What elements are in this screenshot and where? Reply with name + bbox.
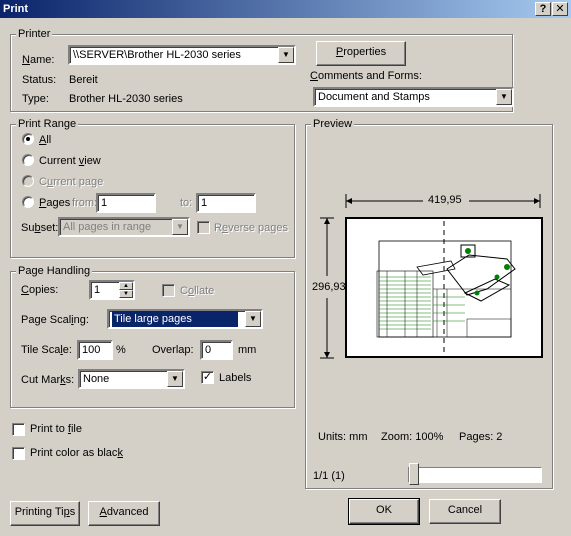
close-icon: ✕ <box>555 3 565 15</box>
collate-label: Collate <box>180 285 215 297</box>
pages-to-value: 1 <box>201 197 208 209</box>
copies-label: Copies: <box>21 284 59 296</box>
radio-current-page-label: Current page <box>39 176 104 188</box>
subset-select: All pages in range ▼ <box>58 217 190 237</box>
print-color-black-checkbox[interactable] <box>12 447 25 460</box>
tile-scale-input[interactable]: 100 <box>77 340 113 360</box>
radio-all-label[interactable]: All <box>39 133 51 147</box>
preview-slider-thumb[interactable] <box>409 463 419 485</box>
printer-name-value: \\SERVER\Brother HL-2030 series <box>73 49 241 61</box>
pages-from-input[interactable]: 1 <box>96 193 156 213</box>
collate-checkbox <box>162 284 175 297</box>
checkmark-icon: ✓ <box>202 371 213 383</box>
chevron-down-icon[interactable]: ▼ <box>496 89 512 105</box>
cut-marks-label: Cut Marks: <box>21 374 75 386</box>
overlap-label: Overlap: <box>152 344 194 356</box>
title-bar: Print <box>0 0 571 18</box>
cancel-button[interactable]: Cancel <box>429 499 501 524</box>
preview-height-value: 296,93 <box>312 280 346 294</box>
printer-status-value: Bereit <box>69 74 98 86</box>
chevron-down-icon: ▼ <box>172 219 188 235</box>
radio-dot-icon <box>26 137 30 141</box>
preview-units: Units: mm <box>318 431 368 443</box>
preview-zoom: Zoom: 100% <box>381 431 444 443</box>
copies-value: 1 <box>94 284 101 296</box>
tile-scale-unit: % <box>116 344 126 356</box>
print-to-file-checkbox[interactable] <box>12 423 25 436</box>
subset-value: All pages in range <box>63 221 152 233</box>
pages-to-label: to: <box>180 197 193 209</box>
print-range-group <box>10 124 295 258</box>
print-color-black-label[interactable]: Print color as black <box>30 446 123 460</box>
radio-pages-label[interactable]: Pages <box>39 196 70 210</box>
printer-type-value: Brother HL-2030 series <box>69 93 183 105</box>
copies-input[interactable]: 1 ▲ ▼ <box>89 280 135 300</box>
radio-current-view[interactable] <box>22 154 34 166</box>
cut-marks-value: None <box>83 373 110 385</box>
spin-up-icon[interactable]: ▲ <box>119 282 133 290</box>
pages-from-label: from: <box>72 197 98 209</box>
preview-label: Preview <box>311 118 355 130</box>
printing-tips-button[interactable]: Printing Tips <box>10 501 80 526</box>
reverse-pages-checkbox <box>197 221 210 234</box>
preview-page-indicator: 1/1 (1) <box>313 470 345 482</box>
overlap-unit: mm <box>238 344 257 356</box>
page-scaling-select[interactable]: Tile large pages ▼ <box>107 309 263 329</box>
close-button[interactable]: ✕ <box>552 2 568 16</box>
comments-forms-value: Document and Stamps <box>318 91 430 103</box>
comments-forms-select[interactable]: Document and Stamps ▼ <box>313 87 514 107</box>
comments-forms-label: Comments and Forms: <box>310 70 422 82</box>
properties-button[interactable]: Properties <box>316 41 406 66</box>
print-to-file-label[interactable]: Print to file <box>30 422 82 436</box>
help-button[interactable]: ? <box>535 2 551 16</box>
reverse-pages-label: Reverse pages <box>214 222 289 234</box>
printer-type-label: Type: <box>22 93 49 105</box>
subset-label: Subset: <box>21 222 59 234</box>
preview-paper <box>345 217 543 358</box>
preview-page-slider[interactable] <box>408 467 542 483</box>
printer-name-select[interactable]: \\SERVER\Brother HL-2030 series ▼ <box>68 45 296 65</box>
page-scaling-value: Tile large pages <box>112 311 238 327</box>
radio-pages[interactable] <box>22 196 34 208</box>
printer-group-label: Printer <box>16 28 53 40</box>
preview-width-value: 419,95 <box>428 193 462 207</box>
pages-from-value: 1 <box>101 197 108 209</box>
preview-drawing <box>376 221 516 354</box>
print-range-label: Print Range <box>16 118 79 130</box>
labels-checkbox[interactable]: ✓ <box>201 371 214 384</box>
tile-scale-label: Tile Scale: <box>21 344 72 356</box>
tile-scale-value: 100 <box>82 344 101 356</box>
overlap-value: 0 <box>205 344 212 356</box>
advanced-button[interactable]: Advanced <box>88 501 160 526</box>
pages-to-input[interactable]: 1 <box>196 193 256 213</box>
labels-label[interactable]: Labels <box>219 371 251 385</box>
page-handling-label: Page Handling <box>16 265 93 277</box>
printer-name-label: Name: <box>22 54 55 66</box>
chevron-down-icon[interactable]: ▼ <box>245 311 261 327</box>
chevron-down-icon[interactable]: ▼ <box>167 371 183 387</box>
copies-spinner[interactable]: ▲ ▼ <box>119 282 133 298</box>
spin-down-icon[interactable]: ▼ <box>119 290 133 298</box>
radio-current-page <box>22 175 34 187</box>
window-title: Print <box>3 3 29 15</box>
chevron-down-icon[interactable]: ▼ <box>278 47 294 63</box>
printer-status-label: Status: <box>22 74 57 86</box>
page-scaling-label: Page Scaling: <box>21 314 89 326</box>
ok-button[interactable]: OK <box>348 498 420 525</box>
overlap-input[interactable]: 0 <box>200 340 233 360</box>
radio-current-view-label[interactable]: Current view <box>39 154 101 168</box>
cut-marks-select[interactable]: None ▼ <box>78 369 185 389</box>
preview-pages: Pages: 2 <box>459 431 503 443</box>
radio-all[interactable] <box>22 133 34 145</box>
help-icon: ? <box>539 3 547 15</box>
